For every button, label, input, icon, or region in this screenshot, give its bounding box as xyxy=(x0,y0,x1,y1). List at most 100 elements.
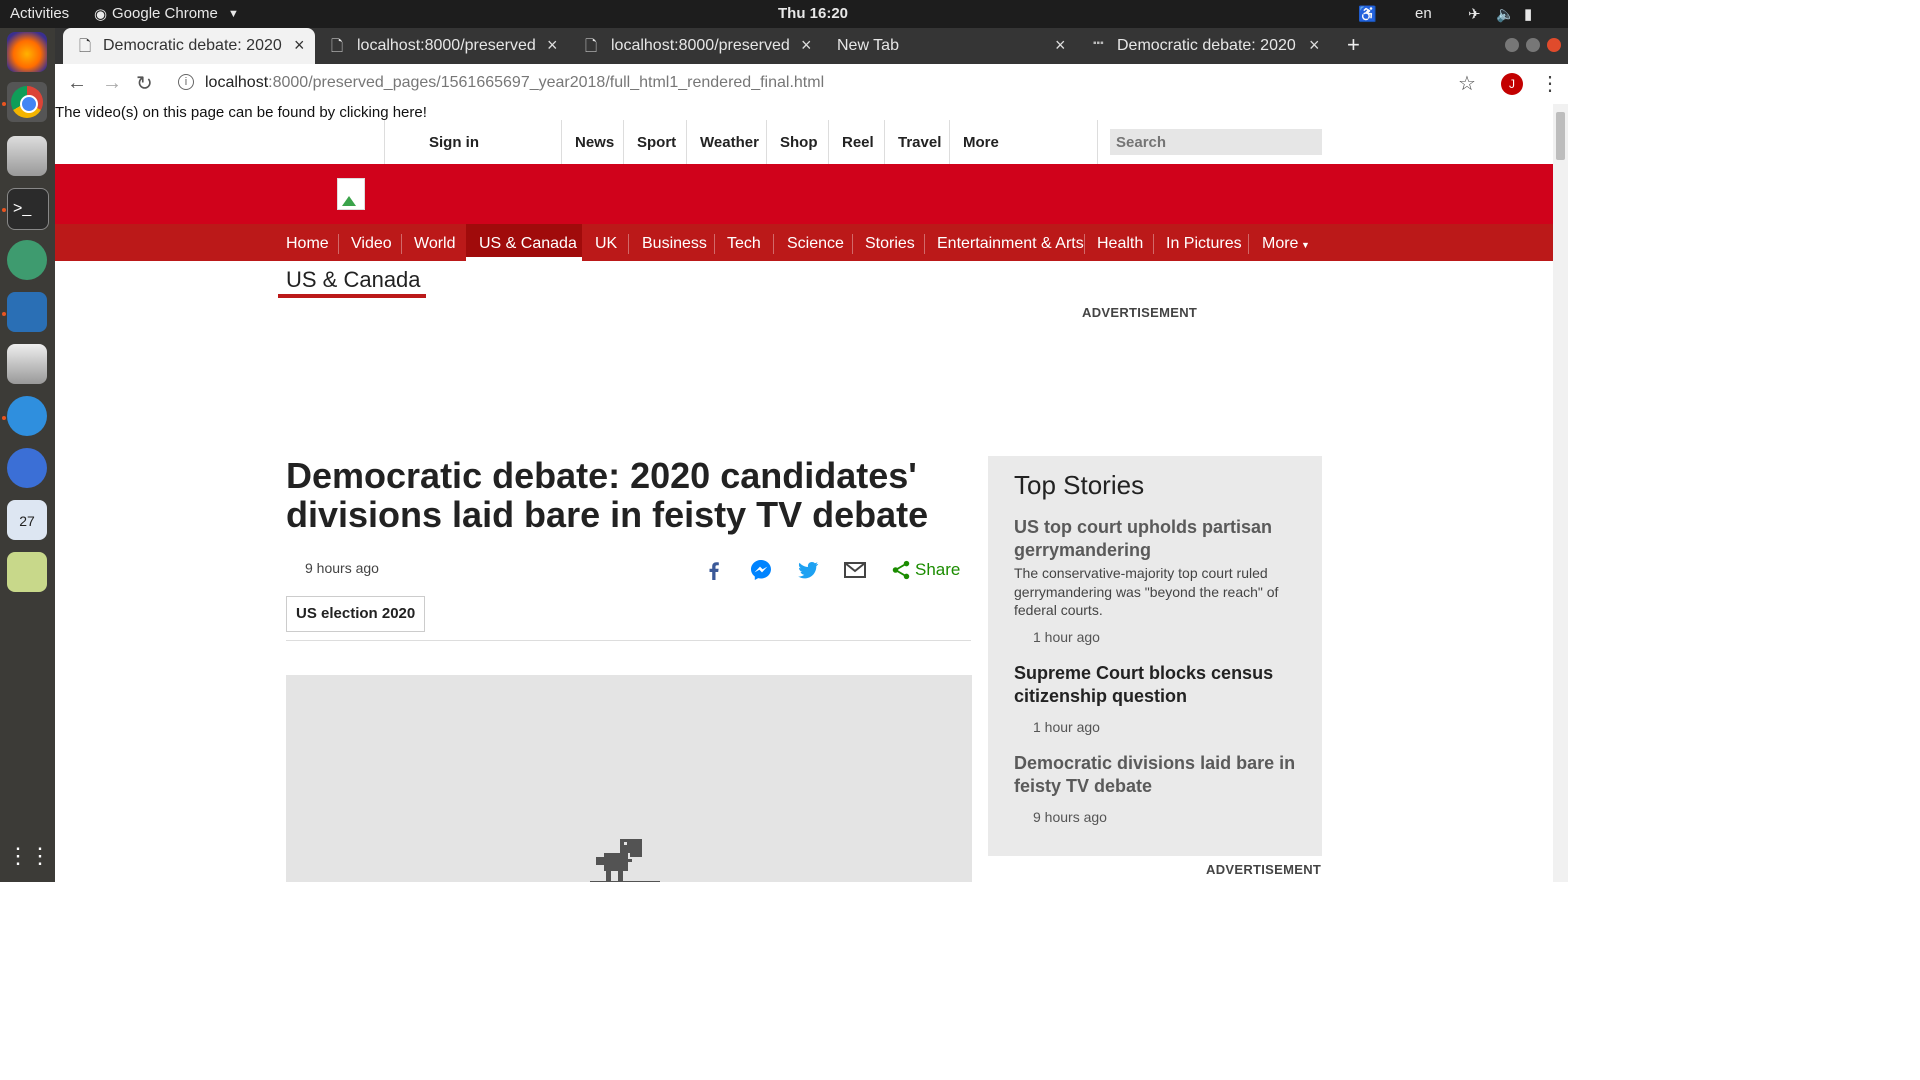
section-health[interactable]: Health xyxy=(1097,235,1143,253)
nav-more[interactable]: More xyxy=(963,134,999,151)
section-more[interactable]: More xyxy=(1262,235,1298,253)
nav-sport[interactable]: Sport xyxy=(637,134,676,151)
new-tab-icon[interactable]: + xyxy=(1347,32,1360,58)
atom-icon[interactable] xyxy=(7,240,47,280)
divider xyxy=(561,120,562,164)
language-indicator[interactable]: en xyxy=(1415,5,1432,22)
story-1-link[interactable]: US top court upholds partisan gerrymande… xyxy=(1014,516,1304,562)
divider xyxy=(714,234,715,254)
nav-news[interactable]: News xyxy=(575,134,614,151)
tab-5[interactable]: ▪▪▪ Democratic debate: 2020 × xyxy=(1079,28,1331,64)
scrollbar[interactable] xyxy=(1553,104,1568,882)
advertisement-label-2: ADVERTISEMENT xyxy=(1206,862,1322,877)
tab-1[interactable]: 🗋 Democratic debate: 2020 × xyxy=(63,28,315,64)
address-bar[interactable]: localhost:8000/preserved_pages/156166569… xyxy=(205,74,824,92)
story-1-summary: The conservative-majority top court rule… xyxy=(1014,565,1279,618)
nav-shop[interactable]: Shop xyxy=(780,134,818,151)
minimize-icon[interactable] xyxy=(1505,38,1519,52)
nav-reel[interactable]: Reel xyxy=(842,134,874,151)
forward-icon[interactable]: → xyxy=(102,72,122,95)
info-icon[interactable]: i xyxy=(178,74,194,90)
section-business[interactable]: Business xyxy=(642,235,707,253)
twitter-icon[interactable] xyxy=(796,558,820,582)
email-icon[interactable] xyxy=(843,558,867,582)
battery-icon[interactable]: ▮ xyxy=(1524,5,1532,23)
share-button[interactable]: Share xyxy=(915,560,960,580)
vscode-icon[interactable] xyxy=(7,292,47,332)
nav-travel[interactable]: Travel xyxy=(898,134,941,151)
sign-in-link[interactable]: Sign in xyxy=(429,134,479,151)
section-world[interactable]: World xyxy=(414,235,456,253)
masthead xyxy=(55,164,1553,224)
maximize-icon[interactable] xyxy=(1526,38,1540,52)
window-close-icon[interactable] xyxy=(1547,38,1561,52)
simplenote-icon[interactable] xyxy=(7,396,47,436)
video-notice-link[interactable]: The video(s) on this page can be found b… xyxy=(55,104,427,121)
search-input[interactable] xyxy=(1110,129,1322,155)
section-science[interactable]: Science xyxy=(787,235,844,253)
story-3-time: 9 hours ago xyxy=(1033,809,1107,825)
divider xyxy=(773,234,774,254)
terminal-icon[interactable]: >_ xyxy=(7,188,49,230)
section-in-pictures[interactable]: In Pictures xyxy=(1166,235,1242,253)
running-indicator xyxy=(2,208,6,212)
story-2-link[interactable]: Supreme Court blocks census citizenship … xyxy=(1014,662,1304,708)
section-video[interactable]: Video xyxy=(351,235,392,253)
files-icon[interactable] xyxy=(7,136,47,176)
show-apps-icon[interactable]: ⋮⋮⋮ xyxy=(7,836,73,876)
camera-icon[interactable] xyxy=(7,344,47,384)
divider xyxy=(1084,234,1085,254)
tab-strip: 🗋 Democratic debate: 2020 × 🗋 localhost:… xyxy=(55,28,1568,64)
clock[interactable]: Thu 16:20 xyxy=(778,5,848,22)
story-3-link[interactable]: Democratic divisions laid bare in feisty… xyxy=(1014,752,1304,798)
profile-avatar[interactable]: J xyxy=(1501,73,1523,95)
section-entertainment-arts[interactable]: Entertainment & Arts xyxy=(937,235,1084,253)
webpage: The video(s) on this page can be found b… xyxy=(55,104,1553,882)
bookmark-star-icon[interactable]: ☆ xyxy=(1458,71,1476,96)
accessibility-icon[interactable]: ♿ xyxy=(1358,5,1377,23)
section-stories[interactable]: Stories xyxy=(865,235,915,253)
close-icon[interactable]: × xyxy=(1309,35,1320,56)
menu-icon[interactable]: ⋮ xyxy=(1540,71,1560,96)
toolbar: ← → ↻ i localhost:8000/preserved_pages/1… xyxy=(55,64,1568,105)
chrome-dock-bg[interactable] xyxy=(7,82,47,122)
close-icon[interactable]: × xyxy=(801,35,812,56)
messenger-icon[interactable] xyxy=(749,558,773,582)
close-icon[interactable]: × xyxy=(547,35,558,56)
nav-weather[interactable]: Weather xyxy=(700,134,759,151)
divider xyxy=(686,120,687,164)
tab-2[interactable]: 🗋 localhost:8000/preserved × xyxy=(317,28,569,64)
media-placeholder[interactable] xyxy=(286,675,972,882)
volume-icon[interactable]: 🔈 xyxy=(1496,5,1515,23)
chrome-app-icon: ◉ xyxy=(94,6,108,23)
active-underline xyxy=(466,257,582,261)
airplane-icon[interactable]: ✈ xyxy=(1468,5,1481,23)
activities-button[interactable]: Activities xyxy=(10,5,69,22)
tag-link[interactable]: US election 2020 xyxy=(286,596,426,632)
mattermost-icon[interactable] xyxy=(7,448,47,488)
divider xyxy=(924,234,925,254)
url-path: :8000/preserved_pages/1561665697_year201… xyxy=(268,74,825,91)
section-tech[interactable]: Tech xyxy=(727,235,761,253)
reload-icon[interactable]: ↻ xyxy=(136,71,153,96)
tab-4[interactable]: New Tab × xyxy=(825,28,1077,64)
app-menu[interactable]: Google Chrome xyxy=(112,5,218,22)
share-icon[interactable] xyxy=(890,558,912,582)
divider xyxy=(384,120,385,164)
close-icon[interactable]: × xyxy=(1055,35,1066,56)
tab-title: Democratic debate: 2020 xyxy=(1117,37,1296,54)
broken-logo-image[interactable] xyxy=(337,178,365,210)
chrome-icon-center xyxy=(20,95,38,113)
section-us-canada[interactable]: US & Canada xyxy=(479,235,577,253)
tab-title: localhost:8000/preserved xyxy=(357,37,536,54)
section-uk[interactable]: UK xyxy=(595,235,617,253)
section-home[interactable]: Home xyxy=(286,235,329,253)
back-icon[interactable]: ← xyxy=(67,72,87,95)
image-viewer-icon[interactable] xyxy=(7,552,47,592)
close-icon[interactable]: × xyxy=(294,35,305,56)
scrollbar-thumb[interactable] xyxy=(1556,112,1565,160)
firefox-icon[interactable] xyxy=(7,32,47,72)
tab-3[interactable]: 🗋 localhost:8000/preserved × xyxy=(571,28,823,64)
facebook-icon[interactable] xyxy=(702,558,726,582)
calendar-icon[interactable]: 27 xyxy=(7,500,47,540)
